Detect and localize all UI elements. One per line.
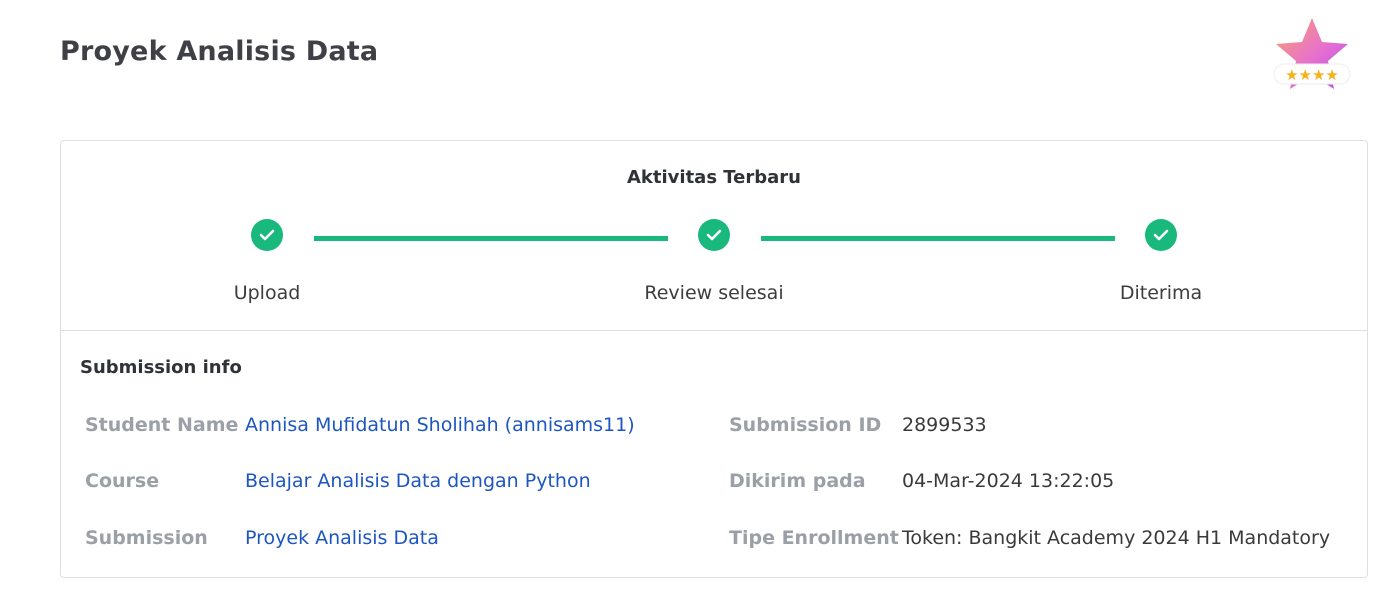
- step-label-accepted: Diterima: [1119, 282, 1203, 304]
- submission-label: Submission: [85, 527, 208, 549]
- step-connector: [761, 236, 1115, 241]
- student-name-link[interactable]: Annisa Mufidatun Sholihah (annisams11): [245, 414, 635, 436]
- step-connector: [314, 236, 668, 241]
- page-title: Proyek Analisis Data: [60, 36, 379, 67]
- star-rating-badge-icon: ★★★★: [1268, 14, 1356, 96]
- enrollment-type-value: Token: Bangkit Academy 2024 H1 Mandatory: [902, 527, 1331, 549]
- submission-info-title: Submission info: [80, 357, 242, 378]
- step-upload-check-icon: [251, 219, 283, 251]
- student-name-label: Student Name: [85, 414, 239, 436]
- svg-text:★★★★: ★★★★: [1285, 66, 1339, 84]
- activity-section: Aktivitas Terbaru Upload Review selesai …: [61, 141, 1367, 331]
- sent-at-label: Dikirim pada: [729, 470, 866, 492]
- course-link[interactable]: Belajar Analisis Data dengan Python: [245, 470, 591, 492]
- submission-id-label: Submission ID: [729, 414, 882, 436]
- activity-title: Aktivitas Terbaru: [626, 167, 801, 188]
- step-label-review: Review selesai: [644, 282, 784, 304]
- step-accepted-check-icon: [1145, 219, 1177, 251]
- step-review-check-icon: [698, 219, 730, 251]
- step-label-upload: Upload: [233, 282, 301, 304]
- sent-at-value: 04-Mar-2024 13:22:05: [902, 470, 1115, 492]
- submission-id-value: 2899533: [902, 414, 987, 436]
- course-label: Course: [85, 470, 160, 492]
- submission-link[interactable]: Proyek Analisis Data: [245, 527, 439, 549]
- submission-card: Aktivitas Terbaru Upload Review selesai …: [60, 140, 1368, 578]
- enrollment-type-label: Tipe Enrollment: [729, 527, 899, 549]
